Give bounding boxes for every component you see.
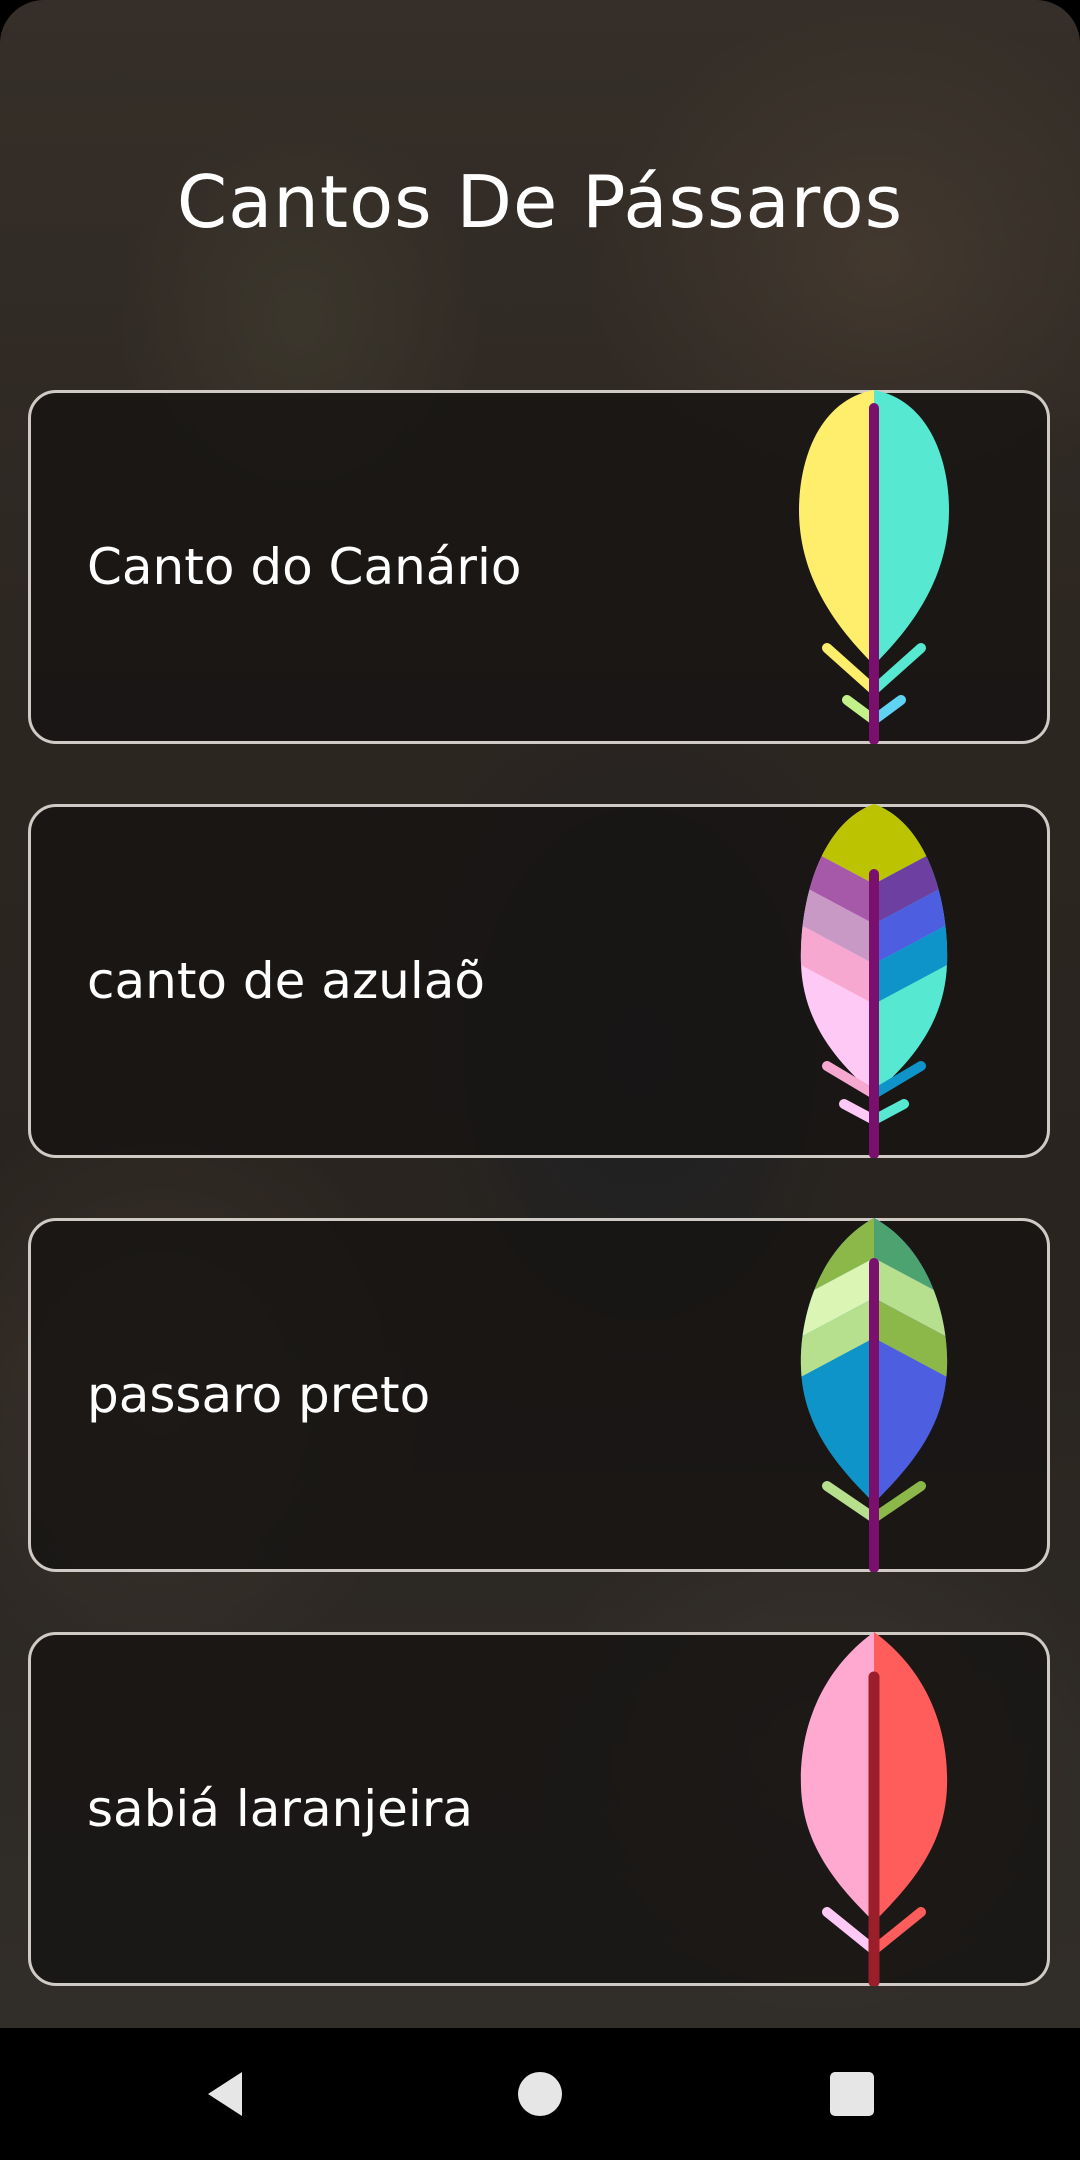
feather-green-blue-icon bbox=[800, 1218, 948, 1572]
feather-multicolor-blue-icon bbox=[800, 804, 948, 1158]
card-label: canto de azulaõ bbox=[87, 952, 485, 1010]
card-label: Canto do Canário bbox=[87, 538, 522, 596]
page-title: Cantos De Pássaros bbox=[176, 160, 904, 244]
feather-yellow-teal-icon bbox=[799, 390, 949, 744]
card-canto-de-azulao[interactable]: canto de azulaõ bbox=[28, 804, 1050, 1158]
recents-icon[interactable] bbox=[816, 2058, 888, 2130]
card-label: passaro preto bbox=[87, 1366, 431, 1424]
screen-background: Cantos De Pássaros Canto do Canário cant… bbox=[0, 0, 1080, 2028]
back-icon[interactable] bbox=[190, 2058, 262, 2130]
card-label: sabiá laranjeira bbox=[87, 1780, 474, 1838]
home-icon[interactable] bbox=[504, 2058, 576, 2130]
card-canto-do-canario[interactable]: Canto do Canário bbox=[28, 390, 1050, 744]
feather-pink-red-icon bbox=[800, 1632, 948, 1986]
card-sabia-laranjeira[interactable]: sabiá laranjeira bbox=[28, 1632, 1050, 1986]
system-navigation-bar bbox=[0, 2028, 1080, 2160]
card-passaro-preto[interactable]: passaro preto bbox=[28, 1218, 1050, 1572]
